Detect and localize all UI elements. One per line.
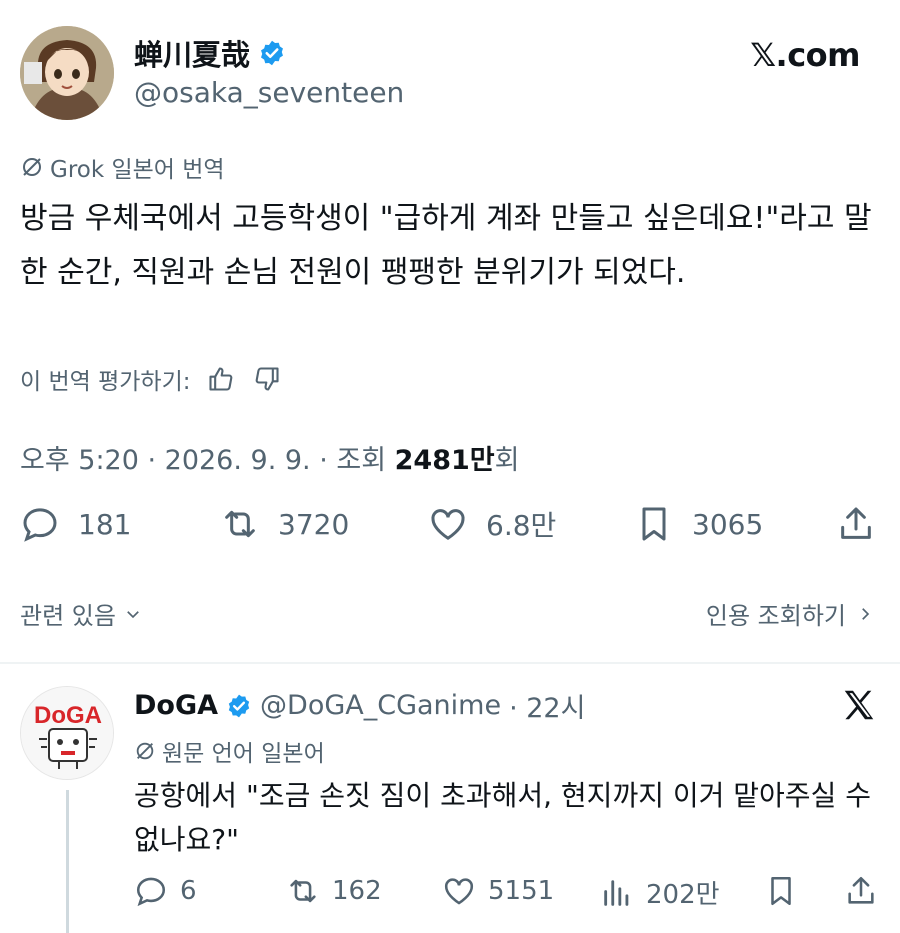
chevron-right-icon [862, 607, 870, 620]
reply-author-name[interactable]: DoGA [134, 690, 218, 721]
repost-icon [290, 879, 316, 903]
svg-text:DoGA: DoGA [34, 702, 102, 729]
tweet-meta: 오후 5:20 · 2026. 9. 9. · 조회 2481만회 [20, 438, 519, 477]
reply-header: DoGA @DoGA_CGanime · 22시 [134, 686, 585, 725]
related-dropdown[interactable]: 관련 있음 [20, 596, 142, 631]
reply-like-count: 5151 [488, 876, 555, 906]
translation-badge: Grok 일본어 번역 [20, 150, 225, 184]
bookmark-button[interactable]: 3065 [634, 504, 763, 544]
view-quotes-link[interactable]: 인용 조회하기 [706, 596, 874, 631]
rate-translation-label: 이 번역 평가하기: [20, 369, 191, 395]
verified-badge-icon [228, 694, 250, 717]
author-avatar[interactable] [20, 26, 114, 120]
repost-button[interactable]: 3720 [220, 504, 349, 544]
chevron-down-icon [127, 610, 139, 618]
section-divider [0, 662, 900, 664]
tweet-timestamp[interactable]: 오후 5:20 · 2026. 9. 9. · 조회 [20, 445, 395, 476]
reply-share-button[interactable] [844, 874, 878, 908]
doga-logo-icon: DoGA [21, 687, 113, 779]
thumbs-down-icon[interactable] [251, 363, 283, 395]
view-quotes-label: 인용 조회하기 [705, 602, 846, 630]
reply-avatar[interactable]: DoGA [20, 686, 114, 780]
repost-icon [225, 510, 255, 538]
reply-repost-count: 162 [332, 876, 382, 906]
reply-views-button[interactable]: 202만 [600, 874, 720, 911]
author-name-text[interactable]: 蝉川夏哉 [134, 32, 250, 74]
tweet-actions: 181 3720 6.8만 3065 [20, 504, 880, 554]
author-handle[interactable]: @osaka_seventeen [134, 76, 404, 109]
reply-reply-button[interactable]: 6 [134, 874, 197, 908]
reply-text: 공항에서 "조금 손짓 짐이 초과해서, 현지까지 이거 맡아주실 수 없나요?… [134, 779, 871, 856]
heart-icon [431, 509, 465, 540]
x-logo-icon[interactable] [840, 686, 878, 724]
share-icon [841, 507, 871, 539]
reply-repost-button[interactable]: 162 [286, 874, 382, 908]
rate-translation-row: 이 번역 평가하기: [20, 362, 283, 396]
bookmark-icon [642, 507, 666, 541]
tweet-text: 방금 우체국에서 고등학생이 "급하게 계좌 만들고 싶은데요!"라고 말한 순… [20, 201, 872, 290]
reply-like-button[interactable]: 5151 [442, 874, 554, 908]
share-button[interactable] [836, 504, 876, 544]
thumbs-up-icon[interactable] [205, 363, 237, 395]
reply-author-handle[interactable]: @DoGA_CGanime [260, 690, 501, 721]
like-count: 6.8만 [486, 509, 557, 542]
grok-icon [136, 742, 154, 760]
reply-reply-count: 6 [180, 876, 197, 906]
x-com-label: 𝕏.com [750, 36, 860, 74]
translation-badge-text: Grok 일본어 번역 [50, 157, 225, 183]
reply-icon [136, 877, 166, 907]
reply-icon [23, 508, 57, 542]
reply-language-text: 원문 언어 일본어 [162, 741, 325, 767]
bookmark-count: 3065 [692, 507, 764, 541]
thread-line [66, 790, 69, 933]
share-icon [848, 876, 874, 904]
reply-bookmark-button[interactable] [764, 874, 798, 908]
view-count-suffix: 회 [494, 445, 520, 476]
reply-button[interactable]: 181 [20, 504, 131, 544]
author-name[interactable]: 蝉川夏哉 [134, 32, 286, 74]
repost-count: 3720 [278, 507, 350, 541]
verified-badge-icon [261, 40, 283, 66]
reply-actions: 6 162 5151 202만 [134, 874, 880, 914]
reply-count: 181 [78, 507, 132, 541]
reply-view-count: 202만 [646, 880, 720, 910]
reply-timestamp[interactable]: · 22시 [509, 686, 585, 725]
reply-language-badge: 원문 언어 일본어 [134, 734, 325, 768]
views-chart-icon [604, 879, 629, 906]
like-button[interactable]: 6.8만 [428, 504, 556, 544]
bookmark-icon [771, 876, 791, 906]
anime-avatar-image [20, 26, 114, 120]
grok-icon [23, 158, 41, 176]
related-label: 관련 있음 [20, 602, 116, 630]
heart-icon [444, 878, 474, 905]
view-count: 2481만 [394, 445, 495, 476]
